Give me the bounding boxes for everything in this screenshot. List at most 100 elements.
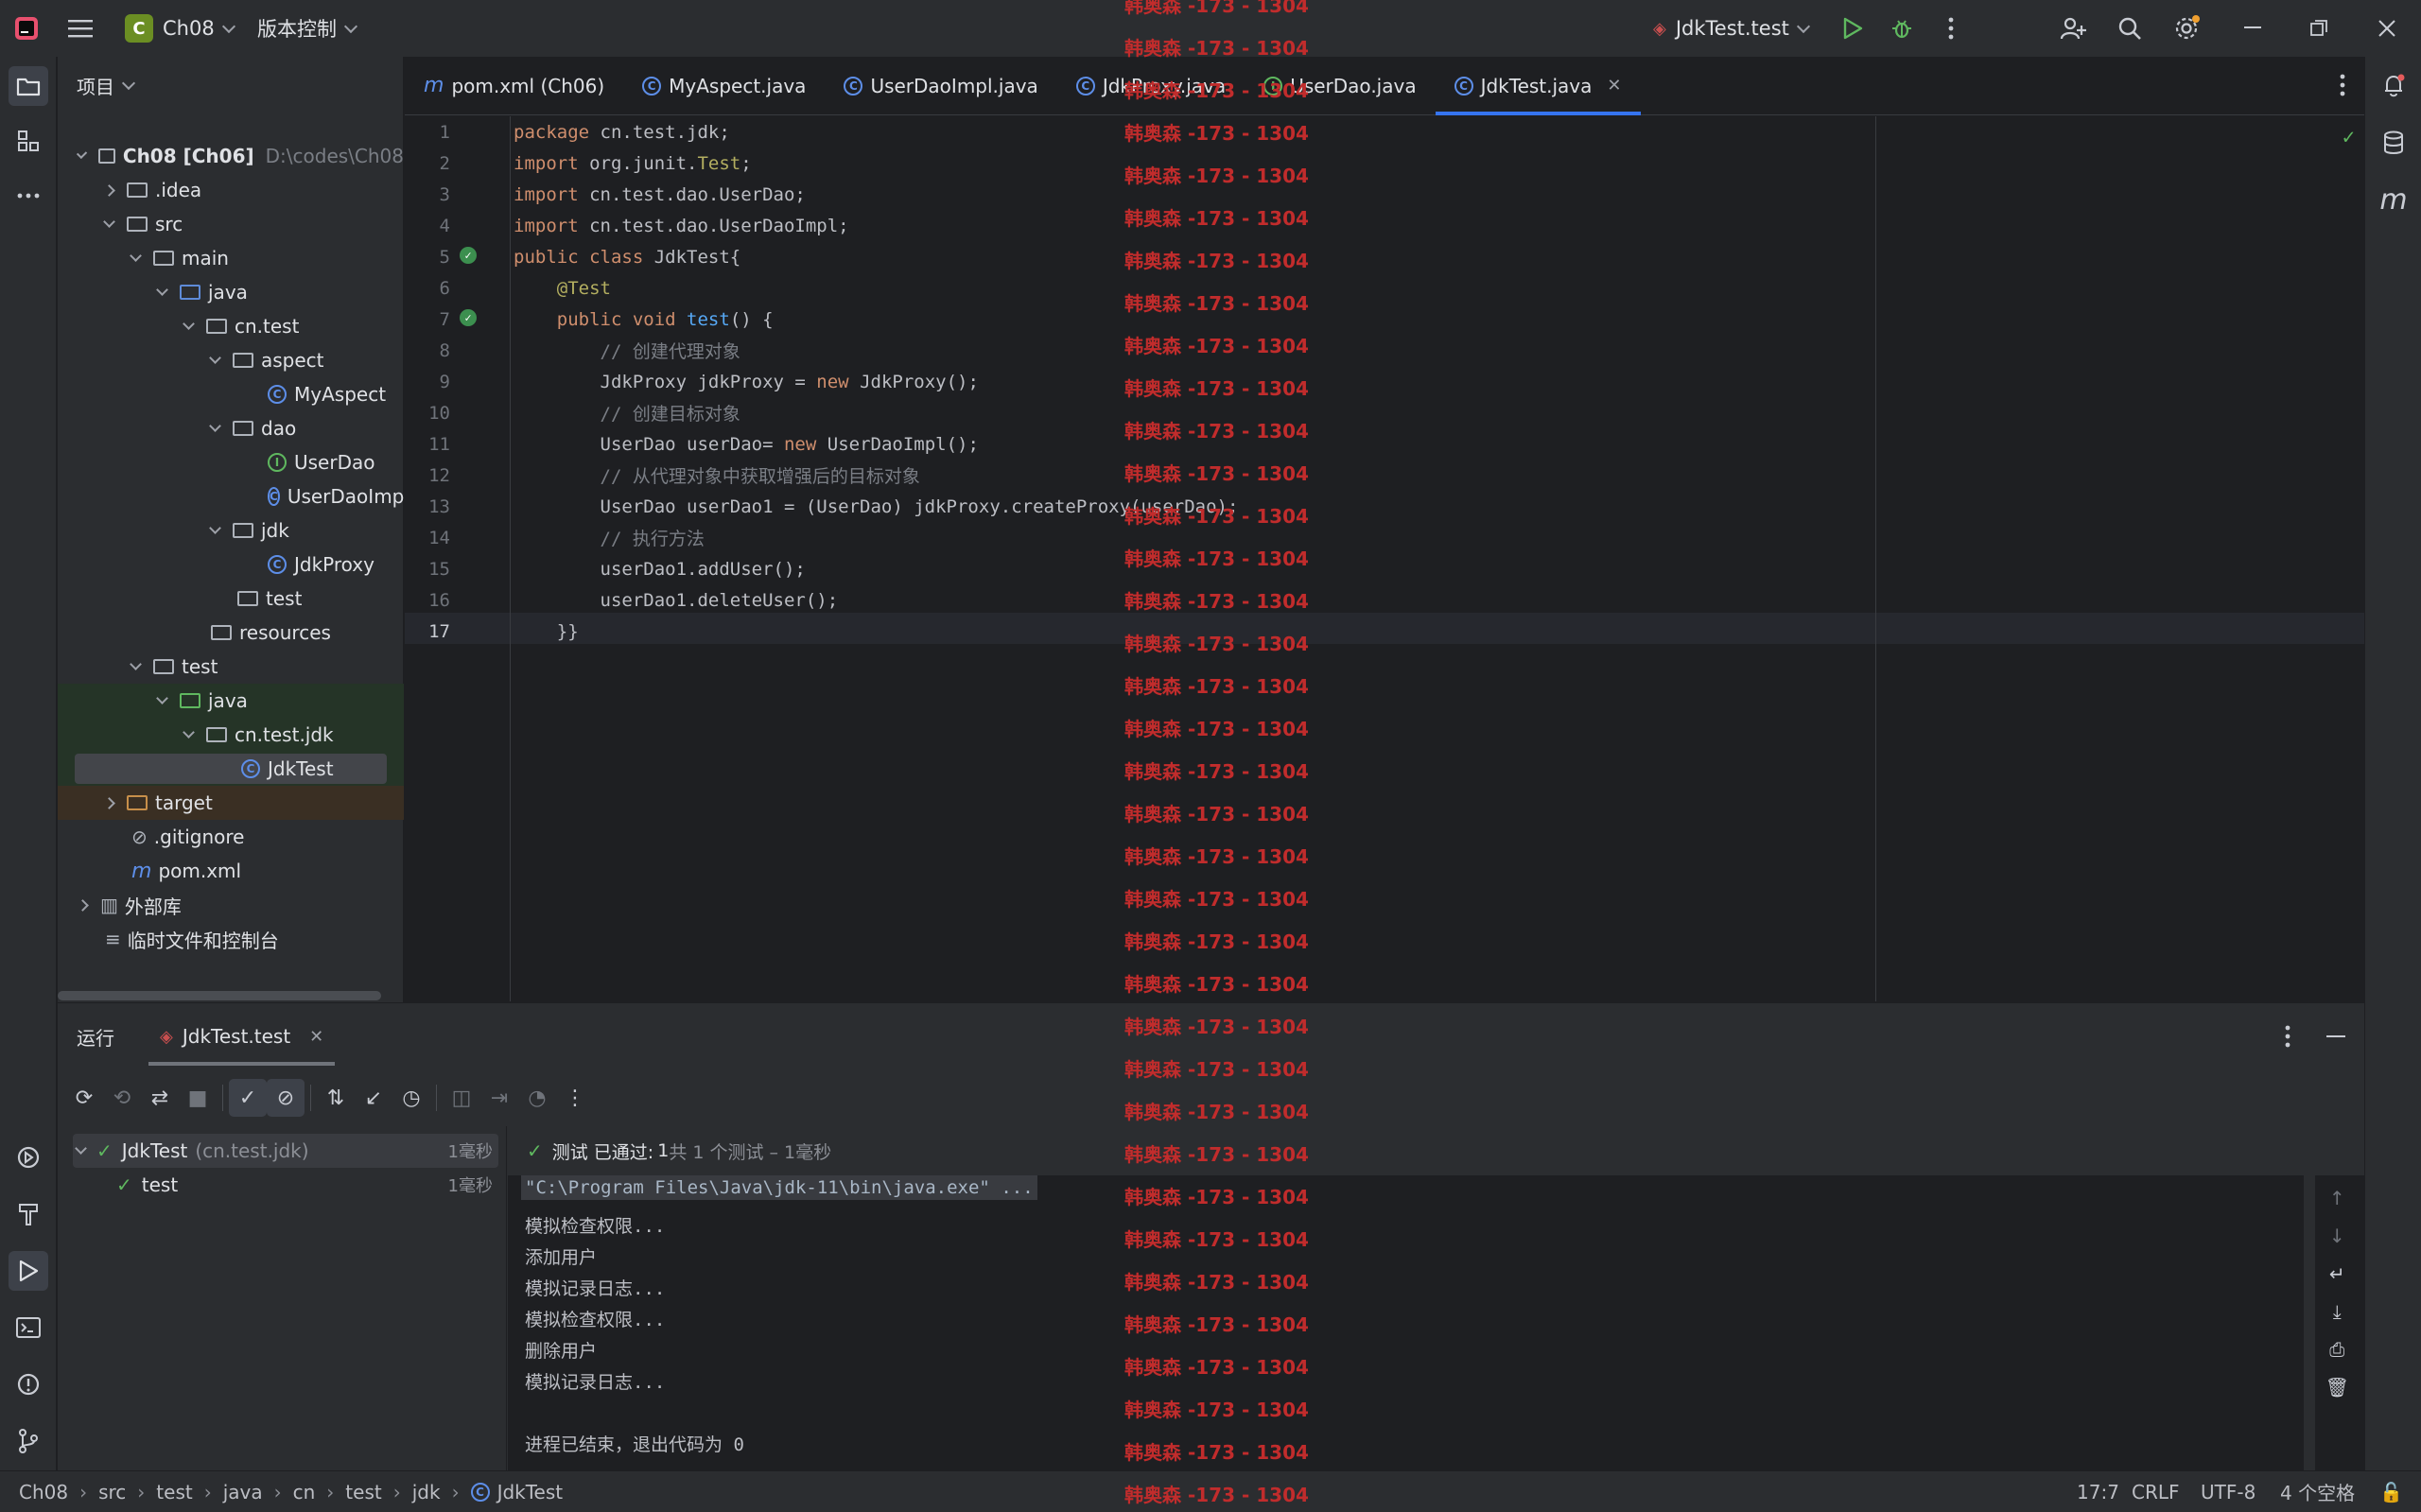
settings-gear-icon[interactable] — [2166, 8, 2207, 49]
tree-item-cn-test-jdk[interactable]: cn.test.jdk — [58, 718, 404, 752]
code-line[interactable]: public class JdkTest{ — [514, 241, 740, 272]
tree-item-dao[interactable]: dao — [58, 411, 404, 445]
caret-position[interactable]: 17:7 — [2077, 1481, 2119, 1503]
close-run-tab-icon[interactable]: ✕ — [309, 1027, 323, 1047]
breadcrumb-item[interactable]: test — [156, 1481, 192, 1503]
tab-jdktest[interactable]: C JdkTest.java ✕ — [1435, 57, 1641, 115]
breadcrumb-item[interactable]: Ch08 — [19, 1481, 68, 1503]
horizontal-scrollbar[interactable] — [58, 991, 381, 1000]
tab-myaspect[interactable]: C MyAspect.java — [623, 57, 825, 115]
close-tab-icon[interactable]: ✕ — [1607, 76, 1621, 96]
file-encoding[interactable]: UTF-8 — [2201, 1481, 2256, 1503]
vcs-menu[interactable]: 版本控制 — [257, 14, 358, 43]
add-user-icon[interactable] — [2052, 8, 2094, 49]
code-line[interactable]: import org.junit. Test; — [514, 148, 752, 179]
tree-item-scratches[interactable]: ≡ 临时文件和控制台 — [58, 922, 404, 956]
tree-item-jdkproxy[interactable]: C JdkProxy — [58, 547, 404, 582]
tree-item-resources[interactable]: resources — [58, 616, 404, 650]
import-tests-icon[interactable]: ⇥ — [480, 1079, 518, 1117]
code-line[interactable]: // 创建目标对象 — [514, 397, 740, 428]
tree-item-test[interactable]: test — [58, 650, 404, 684]
stop-icon[interactable]: ■ — [179, 1079, 217, 1117]
toolbar-more-icon[interactable]: ⋮ — [556, 1079, 594, 1117]
tree-item-test-java[interactable]: java — [58, 684, 404, 718]
problems-icon[interactable] — [9, 1364, 48, 1404]
close-window-icon[interactable] — [2366, 8, 2408, 49]
console-scrollbar[interactable] — [2304, 1175, 2315, 1471]
tree-item-cn-test[interactable]: cn.test — [58, 309, 404, 343]
run-icon[interactable] — [1832, 8, 1873, 49]
folder-icon[interactable] — [9, 66, 48, 106]
lock-icon[interactable]: 🔓 — [2379, 1481, 2403, 1503]
services-icon[interactable] — [9, 1138, 48, 1177]
more-actions-icon[interactable] — [1930, 8, 1972, 49]
sort-alpha-icon[interactable]: ⇅ — [317, 1079, 355, 1117]
tree-item-myaspect[interactable]: C MyAspect — [58, 377, 404, 411]
code-line[interactable]: userDao1.addUser(); — [514, 553, 806, 584]
scroll-up-icon[interactable]: ↑ — [2329, 1187, 2345, 1225]
tree-item-main-java[interactable]: java — [58, 275, 404, 309]
breadcrumb-item[interactable]: src — [98, 1481, 126, 1503]
restore-window-icon[interactable] — [2298, 8, 2340, 49]
breadcrumb-item[interactable]: JdkTest — [497, 1481, 564, 1503]
code-line[interactable]: import cn.test.dao.UserDaoImpl; — [514, 210, 849, 241]
scroll-to-end-icon[interactable]: ⤓ — [2333, 1300, 2342, 1338]
code-line[interactable]: @Test — [514, 272, 611, 304]
code-line[interactable]: // 从代理对象中获取增强后的目标对象 — [514, 460, 920, 491]
print-icon[interactable]: ⎙ — [2329, 1338, 2344, 1376]
code-line[interactable]: UserDao userDao= new UserDaoImpl(); — [514, 428, 979, 460]
tree-item-src[interactable]: src — [58, 207, 404, 241]
toggle-auto-test-icon[interactable]: ⇄ — [141, 1079, 179, 1117]
collapse-all-icon[interactable]: ↙ — [355, 1079, 392, 1117]
breadcrumb-item[interactable]: cn — [293, 1481, 316, 1503]
maven-icon[interactable]: m — [2374, 180, 2413, 219]
tree-item-jdktest[interactable]: C JdkTest — [58, 752, 404, 786]
code-editor[interactable]: 1 2 3 4 5 6 7 8 9 10 11 12 13 14 15 16 17 ✓ ✓ package cn… — [405, 116, 2364, 1001]
run-method-gutter-icon[interactable]: ✓ — [460, 309, 477, 326]
tree-item-gitignore[interactable]: ⊘ .gitignore — [58, 820, 404, 854]
soft-wrap-icon[interactable]: ↵ — [2329, 1262, 2345, 1300]
code-line[interactable]: package cn.test.jdk; — [514, 116, 730, 148]
breadcrumb-item[interactable]: test — [345, 1481, 381, 1503]
tree-item-project-root[interactable]: Ch08 [Ch06] D:\codes\Ch08 — [58, 139, 404, 173]
git-icon[interactable] — [9, 1421, 48, 1461]
rerun-failed-icon[interactable]: ⟲ — [103, 1079, 141, 1117]
tree-item-userdaoimpl[interactable]: C UserDaoImpl — [58, 479, 409, 513]
code-line[interactable]: userDao1.deleteUser(); — [514, 584, 839, 616]
tree-item-test-package[interactable]: test — [58, 582, 404, 616]
debug-icon[interactable] — [1881, 8, 1923, 49]
tab-pom-xml[interactable]: m pom.xml (Ch06) — [405, 57, 623, 115]
indent-setting[interactable]: 4 个空格 — [2280, 1478, 2355, 1505]
no-problems-check-icon[interactable]: ✓ — [2343, 126, 2355, 149]
minimize-window-icon[interactable] — [2232, 8, 2273, 49]
show-passed-icon[interactable]: ✓ — [229, 1079, 267, 1117]
app-logo-icon[interactable] — [13, 15, 40, 42]
run-class-gutter-icon[interactable]: ✓ — [460, 247, 477, 264]
code-line[interactable]: public void test() { — [514, 304, 774, 335]
history-icon[interactable]: ◔ — [518, 1079, 556, 1117]
screenshot-icon[interactable]: ◫ — [443, 1079, 480, 1117]
tree-item-aspect[interactable]: aspect — [58, 343, 404, 377]
code-line[interactable]: import cn.test.dao.UserDao; — [514, 179, 806, 210]
code-line[interactable]: // 创建代理对象 — [514, 335, 740, 366]
clear-console-icon[interactable]: 🗑 — [2325, 1376, 2349, 1414]
tree-item-main[interactable]: main — [58, 241, 404, 275]
sort-duration-icon[interactable]: ◷ — [392, 1079, 430, 1117]
test-suite-row[interactable]: ✓ JdkTest (cn.test.jdk) 1毫秒 — [73, 1134, 498, 1168]
hide-panel-icon[interactable] — [2326, 1035, 2345, 1037]
more-icon[interactable] — [9, 176, 48, 216]
run-panel-icon[interactable] — [9, 1251, 48, 1291]
run-options-icon[interactable] — [2285, 1025, 2290, 1052]
console-output[interactable]: "C:\Program Files\Java\jdk-11\bin\java.e… — [508, 1175, 2364, 1471]
project-selector[interactable]: C Ch08 — [125, 14, 235, 43]
show-ignored-icon[interactable]: ⊘ — [267, 1079, 305, 1117]
tree-item-idea[interactable]: .idea — [58, 173, 404, 207]
run-tab-jdktest[interactable]: ◈ JdkTest.test ✕ — [148, 1003, 336, 1069]
line-separator[interactable]: CRLF — [2132, 1481, 2180, 1503]
rerun-icon[interactable]: ⟳ — [65, 1079, 103, 1117]
breadcrumb-item[interactable]: java — [223, 1481, 263, 1503]
test-case-row[interactable]: ✓ test 1毫秒 — [73, 1168, 498, 1202]
tree-item-jdk[interactable]: jdk — [58, 513, 404, 547]
scroll-down-icon[interactable]: ↓ — [2329, 1225, 2345, 1262]
tree-item-userdao[interactable]: I UserDao — [58, 445, 404, 479]
